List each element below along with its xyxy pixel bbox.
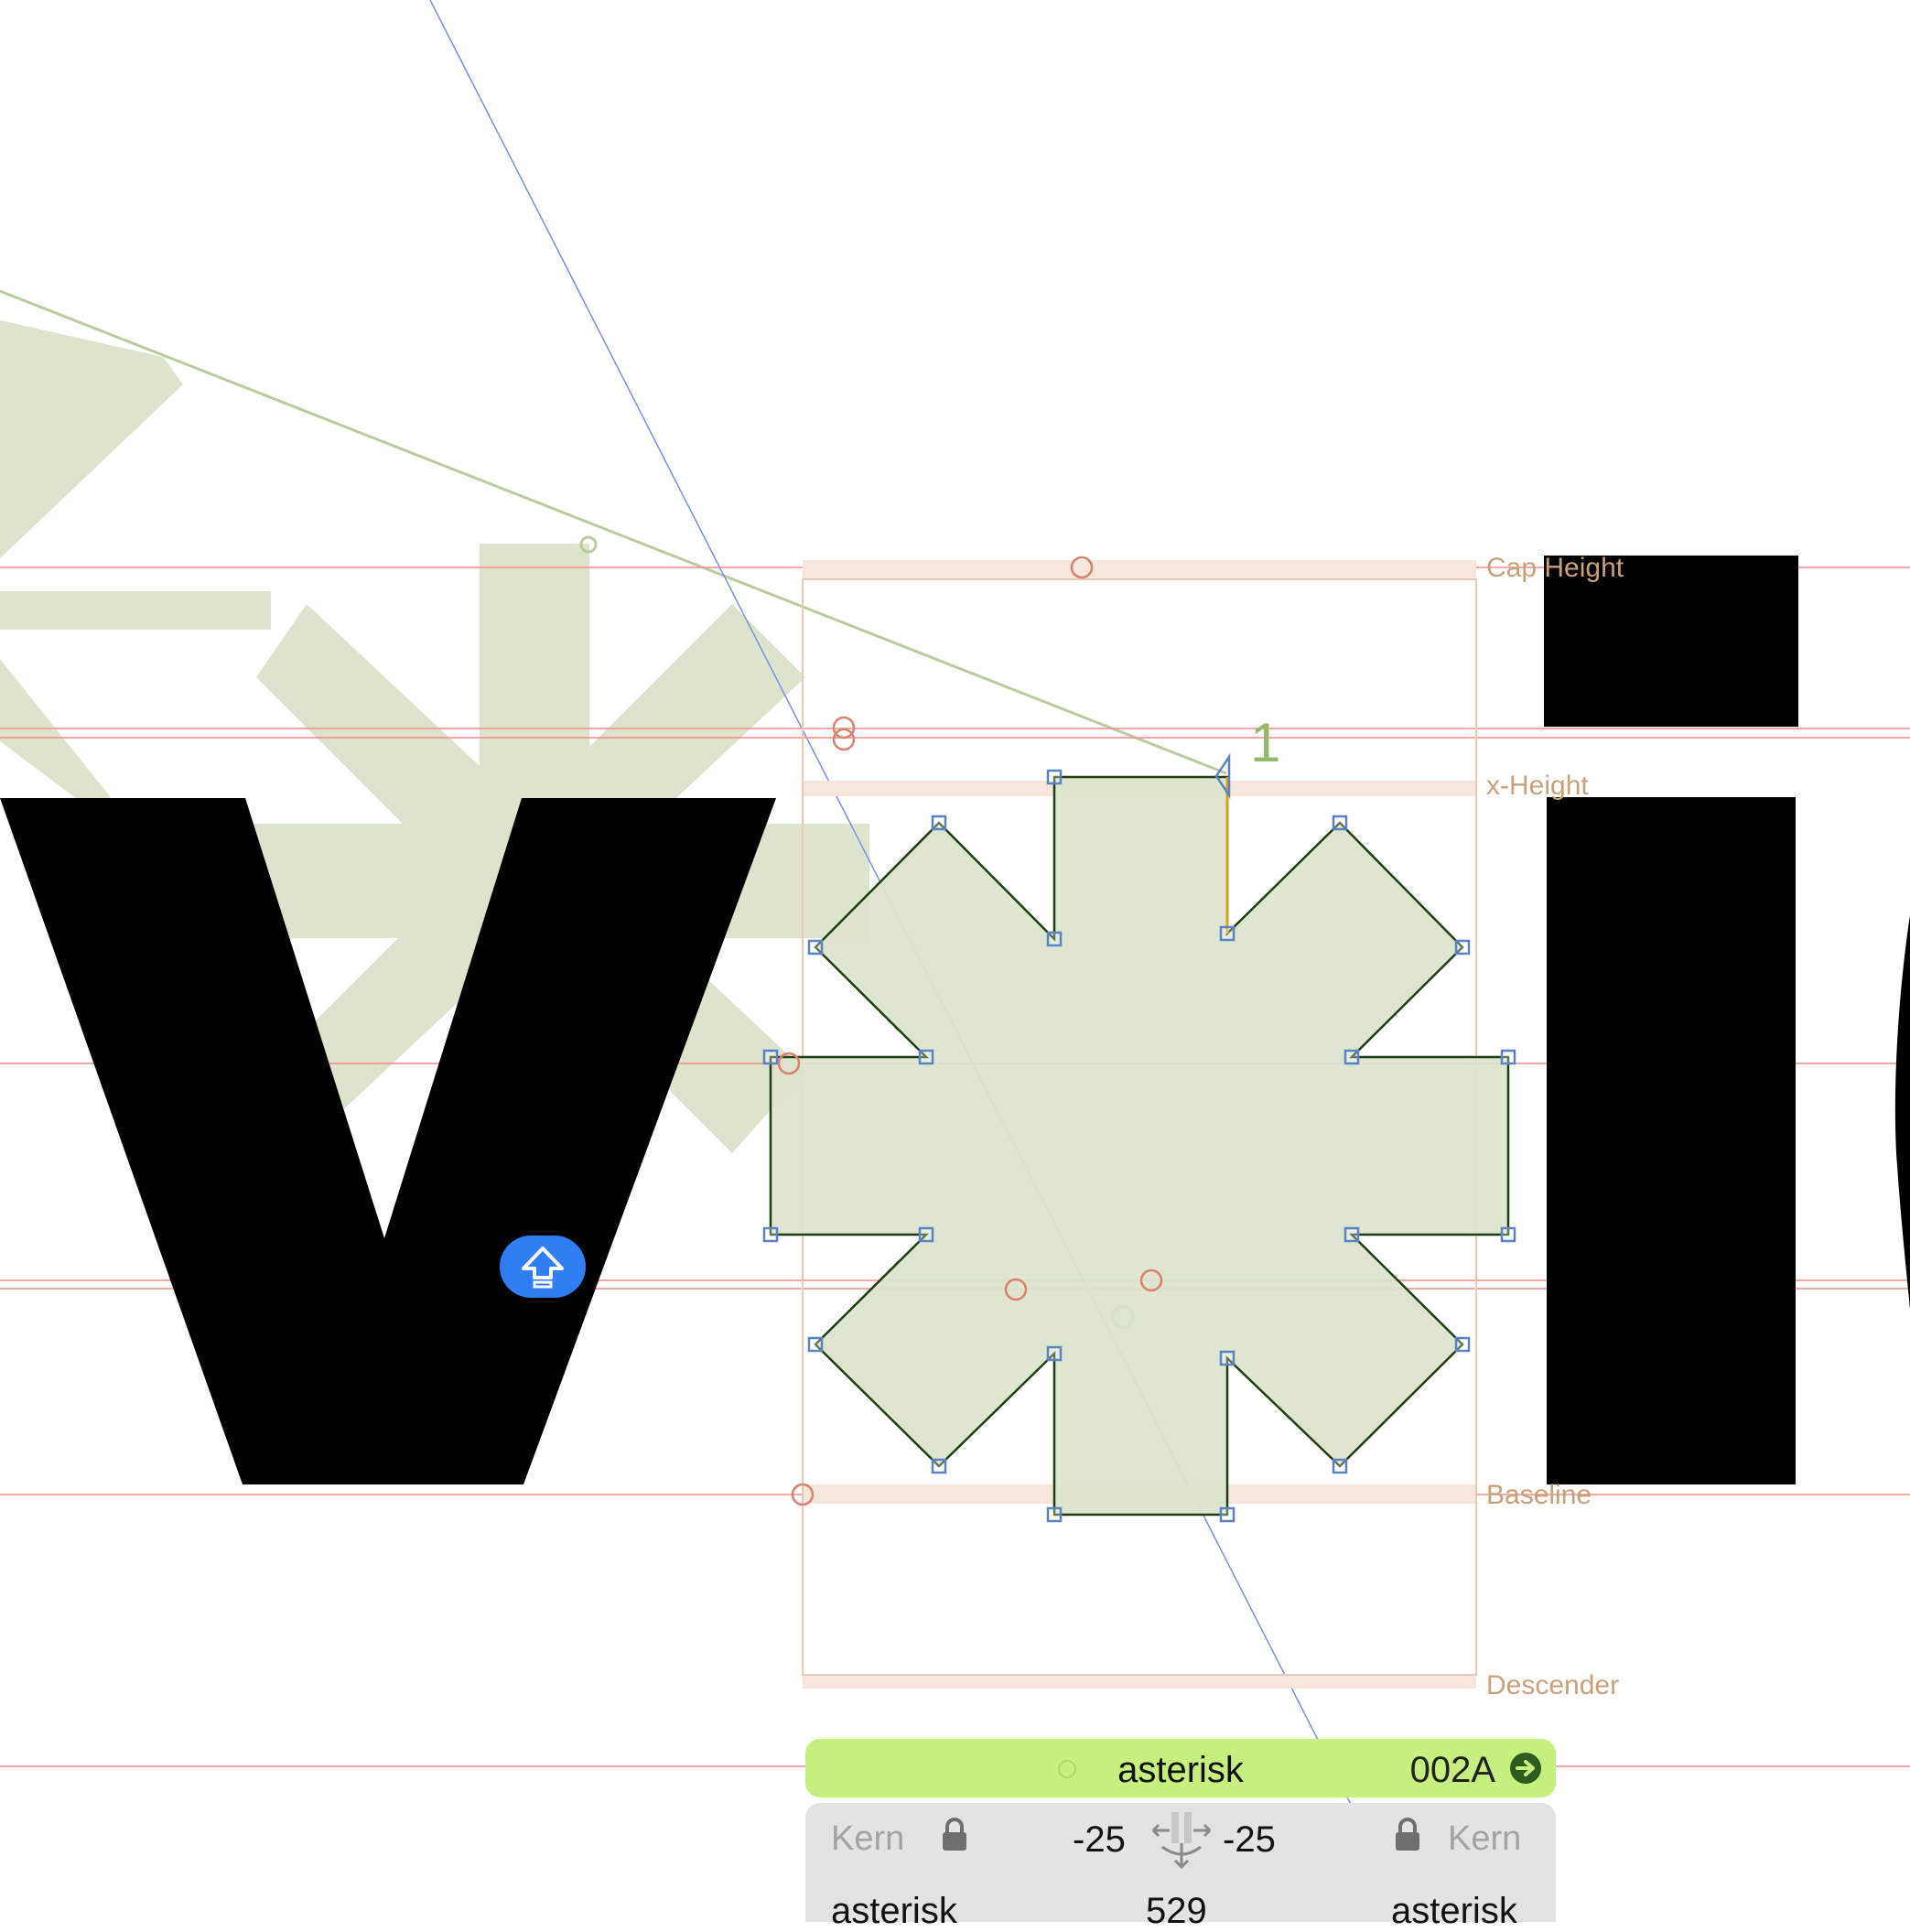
glyph-unicode[interactable]: 002A bbox=[1410, 1750, 1495, 1791]
arrow-right-circle-icon[interactable] bbox=[1508, 1751, 1543, 1786]
x-height-label: x-Height bbox=[1486, 771, 1589, 801]
glyph-name-bar[interactable]: asterisk 002A bbox=[805, 1739, 1556, 1797]
shift-button[interactable] bbox=[500, 1236, 586, 1298]
left-kern-value[interactable]: -25 bbox=[1073, 1819, 1126, 1861]
shift-arrow-icon bbox=[522, 1247, 564, 1289]
glyph-width[interactable]: 529 bbox=[1146, 1891, 1207, 1932]
glyph-canvas[interactable]: 1 bbox=[0, 0, 1910, 1910]
lock-icon[interactable] bbox=[941, 1818, 968, 1852]
left-kerning-group[interactable]: asterisk bbox=[831, 1891, 957, 1932]
right-kerning-group[interactable]: asterisk bbox=[1391, 1891, 1517, 1932]
guide-line bbox=[0, 289, 1227, 775]
glyph-i-stem bbox=[1547, 797, 1796, 1484]
kerning-panel: Kern -25 -25 Kern asterisk 529 asterisk bbox=[805, 1803, 1556, 1931]
node-index-label: 1 bbox=[1250, 712, 1280, 773]
asterisk-outline[interactable] bbox=[769, 775, 1510, 1516]
right-kern-value[interactable]: -25 bbox=[1223, 1819, 1276, 1861]
descender-label: Descender bbox=[1486, 1670, 1620, 1700]
glyph-info-panel: asterisk 002A Kern -25 -25 Kern asterisk… bbox=[805, 1739, 1556, 1931]
kerning-link-icon[interactable] bbox=[1149, 1810, 1214, 1873]
right-kern-label: Kern bbox=[1448, 1819, 1522, 1858]
lock-icon[interactable] bbox=[1394, 1818, 1421, 1852]
left-kern-label: Kern bbox=[831, 1819, 905, 1858]
baseline-label: Baseline bbox=[1486, 1480, 1592, 1510]
cap-height-label: Cap Height bbox=[1486, 553, 1624, 583]
glyph-next-partial bbox=[1894, 915, 1910, 1309]
